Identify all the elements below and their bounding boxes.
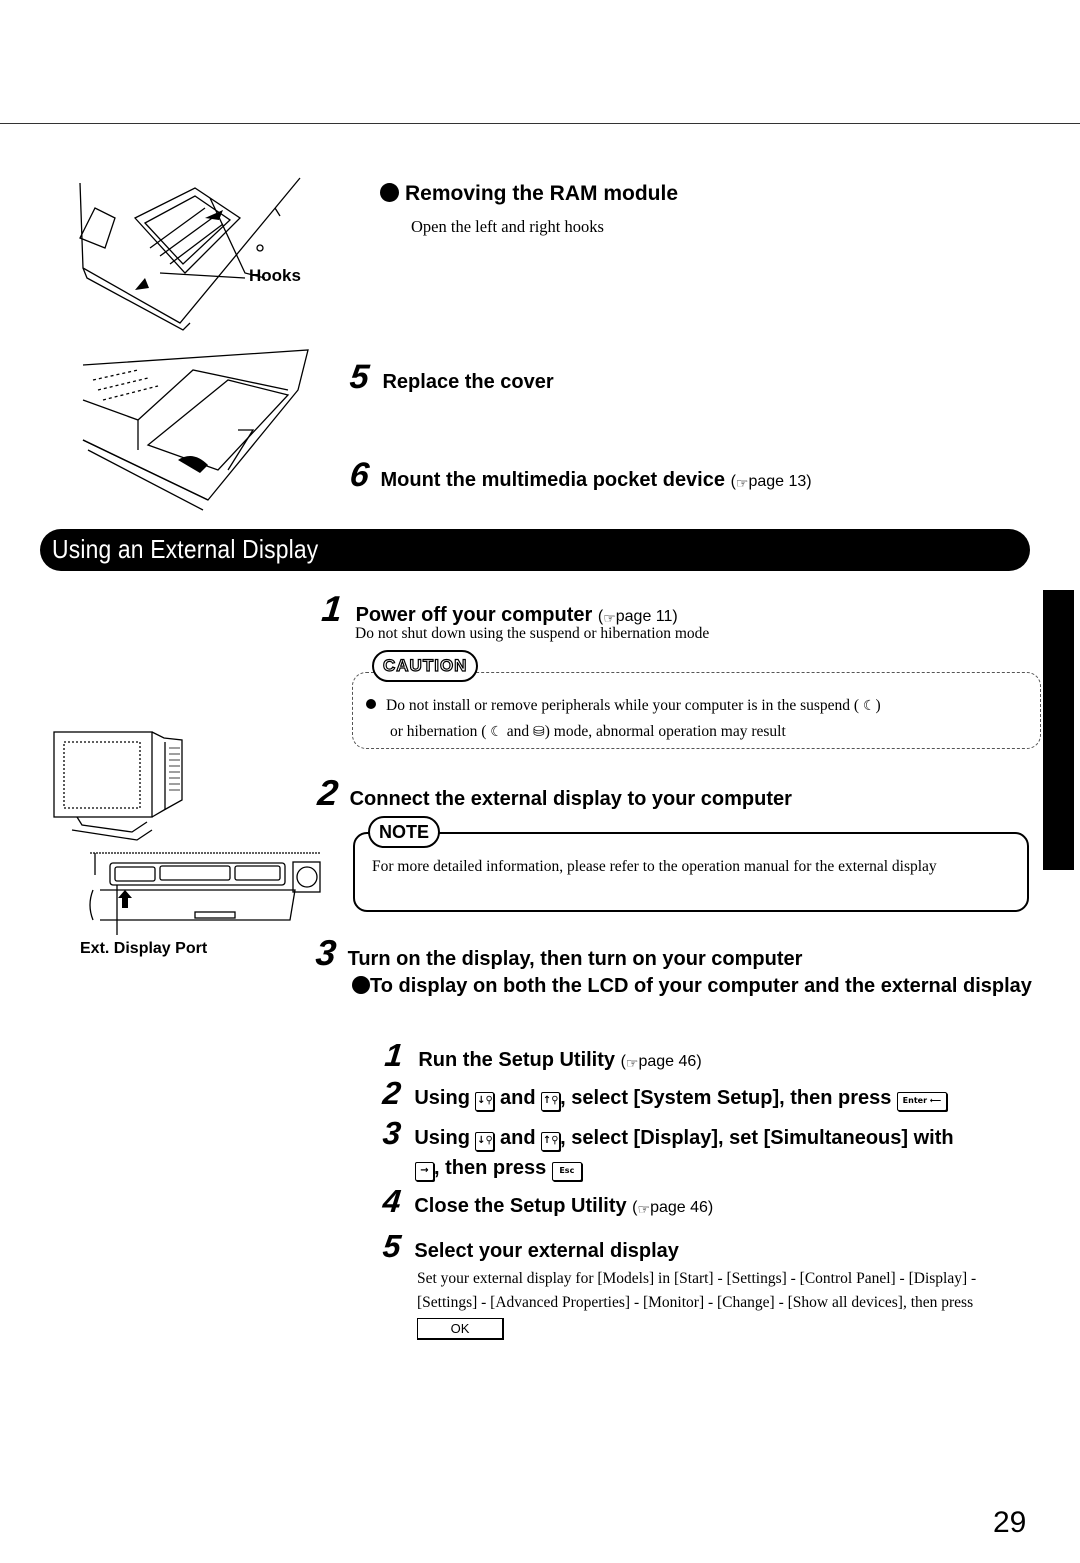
step-title: Replace the cover — [382, 371, 554, 393]
bullet-icon — [352, 976, 370, 994]
substep-3: 3 Using ↓⚲ and ↑⚲, select [Display], set… — [381, 1115, 954, 1181]
step-title: Turn on the display, then turn on your c… — [347, 948, 803, 970]
down-arrow-key-icon: ↓⚲ — [475, 1132, 495, 1151]
ram-instruction: Open the left and right hooks — [411, 217, 604, 236]
page-ref[interactable]: (☞page 13) — [731, 473, 812, 491]
step-1-body: Do not shut down using the suspend or hi… — [355, 625, 710, 642]
substep-1: 1 Run the Setup Utility (☞page 46) — [383, 1037, 702, 1073]
page-ref[interactable]: (☞page 46) — [621, 1053, 702, 1071]
external-monitor-illustration — [53, 731, 183, 841]
step-title: Mount the multimedia pocket device — [380, 469, 725, 491]
note-label: NOTE — [368, 816, 441, 848]
hibernation-disk-icon: ⛁ — [533, 724, 545, 740]
step-6-mount-device: 6 Mount the multimedia pocket device (☞p… — [348, 456, 812, 495]
pointing-hand-icon: ☞ — [735, 475, 749, 491]
section-title: Using an External Display — [52, 534, 319, 564]
pointing-hand-icon: ☞ — [603, 610, 616, 626]
substep-4: 4 Close the Setup Utility (☞page 46) — [381, 1183, 714, 1219]
step-number: 2 — [315, 772, 341, 813]
ext-display-port-label: Ext. Display Port — [80, 940, 208, 957]
caution-label: CAUTION — [372, 650, 479, 682]
step-title: Connect the external display to your com… — [349, 788, 792, 810]
up-arrow-key-icon: ↑⚲ — [541, 1092, 561, 1111]
page-number: 29 — [993, 1506, 1027, 1539]
step-2-connect: 2 Connect the external display to your c… — [315, 772, 792, 814]
ram-heading-text: Removing the RAM module — [405, 182, 679, 205]
step-number: 3 — [313, 932, 339, 973]
top-rule — [0, 123, 1080, 124]
step-number: 1 — [319, 588, 345, 629]
right-arrow-key-icon: → — [415, 1162, 434, 1181]
step-5-replace-cover: 5 Replace the cover — [348, 358, 554, 397]
step-3-turn-on: 3 Turn on the display, then turn on your… — [313, 932, 803, 974]
step-number: 1 — [383, 1037, 405, 1073]
hooks-label: Hooks — [249, 266, 301, 285]
step-number: 3 — [381, 1115, 403, 1151]
step-title: Power off your computer — [355, 604, 593, 626]
bullet-icon — [380, 183, 399, 202]
display-port-illustration — [89, 852, 321, 935]
pointing-hand-icon: ☞ — [625, 1055, 639, 1071]
ram-module-illustration — [79, 177, 301, 331]
step-1-power-off: 1 Power off your computer (☞page 11) — [319, 588, 678, 630]
ram-heading: Removing the RAM module — [380, 182, 678, 206]
step-number: 5 — [348, 358, 371, 396]
page-ref[interactable]: (☞page 11) — [598, 608, 678, 626]
step-number: 4 — [381, 1183, 403, 1219]
up-arrow-key-icon: ↑⚲ — [541, 1132, 561, 1151]
step-number: 6 — [348, 456, 371, 494]
section-banner: Using an External Display — [40, 529, 1030, 571]
note-text: For more detailed information, please re… — [372, 858, 937, 875]
esc-key-icon: Esc — [551, 1162, 582, 1181]
cover-illustration — [82, 349, 309, 511]
suspend-moon-icon: ☾ — [490, 724, 503, 740]
page-ref[interactable]: (☞page 46) — [632, 1199, 713, 1217]
caution-text: Do not install or remove peripherals whi… — [366, 693, 881, 745]
enter-key-icon: Enter ⟵ — [896, 1092, 947, 1111]
suspend-moon-icon: ☾ — [862, 698, 876, 714]
step-number: 5 — [381, 1228, 403, 1264]
substep-5: 5 Select your external display — [381, 1228, 679, 1264]
simultaneous-display-heading: To display on both the LCD of your compu… — [352, 974, 1042, 999]
ok-button[interactable]: OK — [417, 1318, 504, 1340]
down-arrow-key-icon: ↓⚲ — [475, 1092, 495, 1111]
chapter-tab-marker — [1043, 590, 1074, 870]
pointing-hand-icon: ☞ — [637, 1201, 651, 1217]
substep-2: 2 Using ↓⚲ and ↑⚲, select [System Setup]… — [381, 1075, 947, 1112]
step-number: 2 — [381, 1075, 403, 1111]
bullet-icon — [366, 699, 376, 709]
substep-5-body: Set your external display for [Models] i… — [417, 1267, 1032, 1340]
